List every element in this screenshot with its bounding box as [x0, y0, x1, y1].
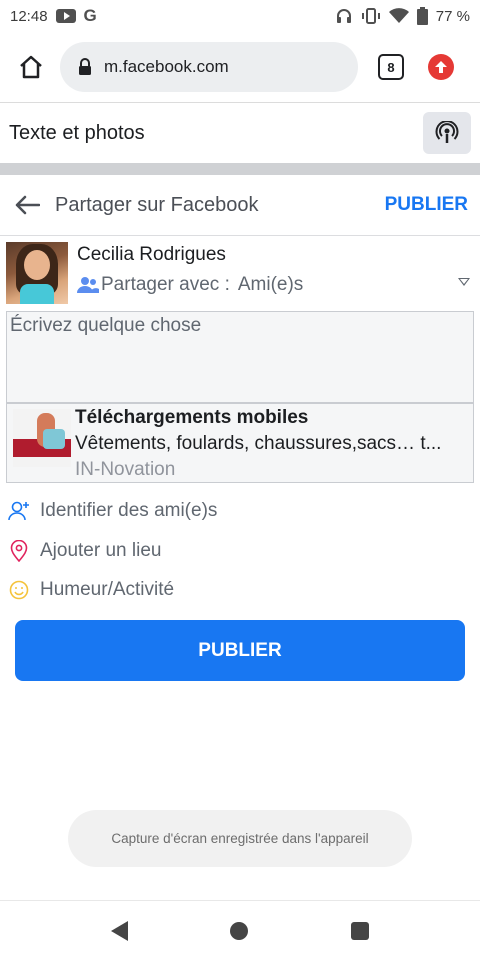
status-bar: 12:48 G 77 % — [0, 0, 480, 32]
avatar — [6, 242, 68, 304]
battery-icon — [416, 7, 428, 25]
back-button[interactable] — [12, 190, 42, 220]
link-description: Vêtements, foulards, chaussures,sacs… t.… — [75, 433, 442, 454]
friends-icon — [77, 277, 99, 293]
home-button[interactable] — [14, 50, 48, 84]
mood-activity-option[interactable]: Humeur/Activité — [8, 570, 174, 610]
page-title: Partager sur Facebook — [55, 193, 259, 216]
wifi-icon — [388, 8, 409, 23]
update-button[interactable] — [428, 54, 454, 80]
add-location-option[interactable]: Ajouter un lieu — [8, 531, 161, 571]
audience-prefix: Partager avec : — [101, 274, 230, 295]
chevron-down-icon[interactable] — [458, 278, 470, 286]
section-separator — [0, 163, 480, 175]
url-text: m.facebook.com — [104, 57, 229, 76]
post-placeholder: Écrivez quelque chose — [10, 315, 202, 336]
publish-link[interactable]: PUBLIER — [385, 194, 468, 216]
home-icon — [20, 55, 42, 79]
tab-switcher-button[interactable]: 8 — [378, 54, 404, 80]
post-text-input[interactable]: Écrivez quelque chose — [6, 311, 474, 403]
battery-percent: 77 % — [435, 7, 470, 25]
browser-toolbar: m.facebook.com 8 — [0, 32, 480, 102]
link-thumbnail — [13, 409, 71, 467]
publish-button[interactable]: PUBLIER — [15, 620, 465, 681]
tag-friends-label: Identifier des ami(e)s — [40, 500, 218, 521]
location-pin-icon — [8, 540, 30, 562]
mood-activity-label: Humeur/Activité — [40, 579, 175, 600]
audience-value: Ami(e)s — [237, 274, 304, 295]
lock-icon — [79, 58, 91, 75]
system-nav-bar — [0, 900, 480, 960]
url-bar[interactable]: m.facebook.com — [60, 42, 358, 92]
add-location-label: Ajouter un lieu — [40, 540, 162, 561]
headphones-icon — [336, 9, 351, 23]
user-name: Cecilia Rodrigues — [77, 244, 226, 265]
arrow-up-icon — [435, 61, 447, 73]
user-row: Cecilia Rodrigues Partager avec : Ami(e)… — [6, 242, 474, 306]
composer-type-label: Texte et photos — [9, 121, 145, 144]
link-preview[interactable]: Téléchargements mobiles Vêtements, foula… — [6, 403, 474, 483]
tag-friends-option[interactable]: Identifier des ami(e)s — [8, 491, 217, 531]
add-person-icon — [8, 500, 30, 522]
composer-type-row: Texte et photos — [0, 103, 480, 163]
link-source: IN-Novation — [75, 459, 176, 480]
nav-recents-icon[interactable] — [350, 921, 369, 940]
screenshot-toast: Capture d'écran enregistrée dans l'appar… — [68, 810, 412, 867]
smiley-icon — [8, 579, 30, 601]
google-notification-icon: G — [83, 6, 97, 25]
arrow-left-icon — [15, 195, 40, 215]
link-title: Téléchargements mobiles — [75, 407, 309, 428]
status-time: 12:48 — [10, 7, 48, 25]
cast-button[interactable] — [423, 112, 471, 154]
nav-home-icon[interactable] — [230, 921, 249, 940]
podcast-icon — [435, 121, 459, 143]
youtube-notification-icon — [55, 9, 76, 23]
nav-back-icon[interactable] — [111, 920, 129, 941]
vibrate-icon — [361, 8, 380, 24]
audience-selector[interactable]: Partager avec : Ami(e)s — [77, 274, 303, 296]
share-header: Partager sur Facebook PUBLIER — [0, 175, 480, 236]
